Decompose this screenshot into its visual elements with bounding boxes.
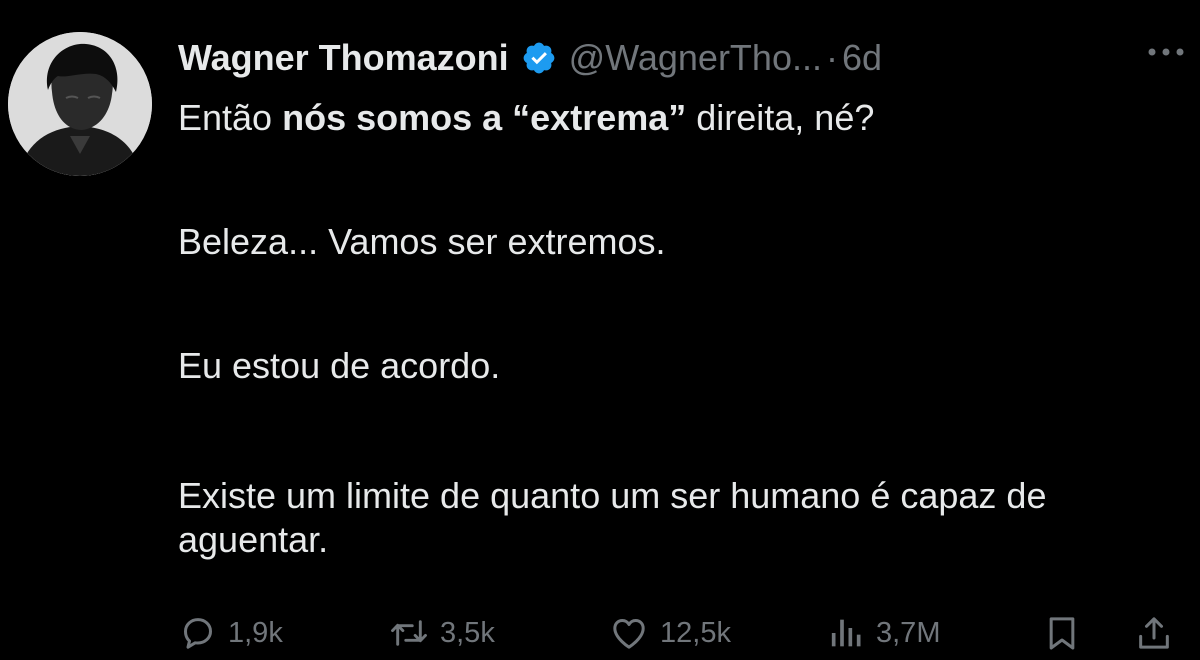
reply-count: 1,9k xyxy=(228,616,283,649)
like-button[interactable]: 12,5k xyxy=(608,610,731,656)
share-icon xyxy=(1139,617,1169,649)
views-button[interactable]: 3,7M xyxy=(826,610,940,656)
header-separator: · xyxy=(825,37,838,78)
author-display-name[interactable]: Wagner Thomazoni xyxy=(178,37,509,79)
tweet-card[interactable]: Wagner Thomazoni @WagnerTho... · 6d Entã… xyxy=(0,0,1200,660)
tweet-timestamp[interactable]: 6d xyxy=(842,37,882,79)
share-button[interactable] xyxy=(1134,610,1174,656)
retweet-icon xyxy=(391,620,427,646)
tweet-actions-bar: 1,9k 3,5k 12,5k 3,7M xyxy=(0,610,1200,656)
tweet-text-line-1: Então nós somos a “extrema” direita, né? xyxy=(178,96,1168,140)
views-chart-icon xyxy=(831,619,861,647)
bookmark-icon xyxy=(1049,617,1075,650)
heart-icon xyxy=(613,619,645,649)
retweet-button[interactable]: 3,5k xyxy=(388,610,495,656)
avatar[interactable] xyxy=(8,32,152,176)
author-handle[interactable]: @WagnerTho... xyxy=(569,37,822,79)
tweet-header: Wagner Thomazoni @WagnerTho... · 6d xyxy=(178,30,882,86)
like-count: 12,5k xyxy=(660,616,731,649)
tweet-text-line-4: Existe um limite de quanto um ser humano… xyxy=(178,475,1047,560)
tweet-text-line-3: Eu estou de acordo. xyxy=(178,345,501,386)
tweet-text-line-2: Beleza... Vamos ser extremos. xyxy=(178,221,666,262)
views-count: 3,7M xyxy=(876,616,941,649)
tweet-text-line-1-bold: nós somos a “extrema” xyxy=(282,97,687,138)
retweet-count: 3,5k xyxy=(440,616,495,649)
reply-icon xyxy=(184,618,212,649)
more-options-icon[interactable] xyxy=(1145,40,1187,64)
reply-button[interactable]: 1,9k xyxy=(178,610,283,656)
bookmark-button[interactable] xyxy=(1042,610,1082,656)
avatar-photo xyxy=(8,32,152,176)
verified-badge-icon xyxy=(521,40,557,76)
tweet-text-line-1-post: direita, né? xyxy=(686,97,875,138)
tweet-text-line-1-pre: Então xyxy=(178,97,283,138)
